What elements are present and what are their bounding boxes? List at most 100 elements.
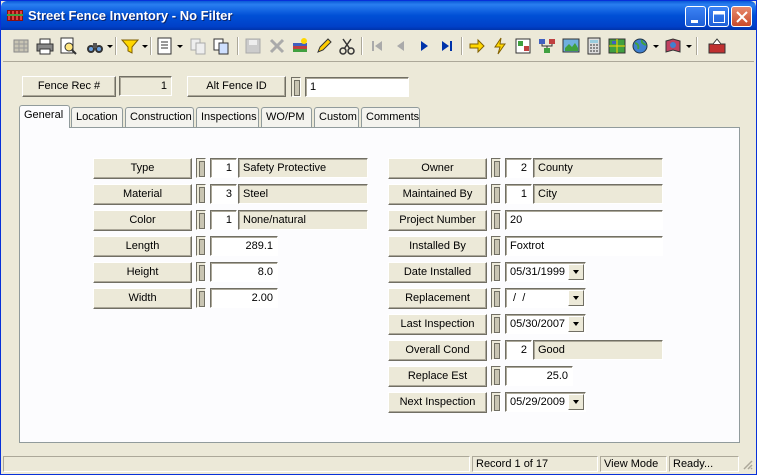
alt-fence-id-button[interactable]: Alt Fence ID [187,76,286,97]
overall-cond-button[interactable]: Overall Cond [388,340,487,361]
maintained-by-code-input[interactable]: 1 [505,184,532,204]
type-button[interactable]: Type [93,158,192,179]
chevron-down-icon[interactable] [176,36,184,56]
status-state: Ready... [669,456,739,472]
record-indicator [491,314,501,334]
replacement-date-picker[interactable]: / / [505,288,586,308]
report-button[interactable] [155,36,175,56]
first-record-button[interactable] [367,36,387,56]
title-bar[interactable]: Street Fence Inventory - No Filter [1,1,756,30]
installed-by-input[interactable]: Foxtrot [505,236,663,256]
exit-button[interactable] [707,36,727,56]
delete-button[interactable] [267,36,287,56]
help-button[interactable] [663,36,683,56]
previous-record-button[interactable] [391,36,411,56]
height-button[interactable]: Height [93,262,192,283]
print-preview-button[interactable] [58,36,78,56]
save-disabled-icon [245,38,261,54]
length-button[interactable]: Length [93,236,192,257]
overall-cond-code-input[interactable]: 2 [505,340,532,360]
print-button[interactable] [35,36,55,56]
save-button[interactable] [243,36,263,56]
tab-comments[interactable]: Comments [361,107,420,127]
copy-record-button[interactable] [188,36,208,56]
owner-code-input[interactable]: 2 [505,158,532,178]
next-inspection-button[interactable]: Next Inspection [388,392,487,413]
tab-general[interactable]: General [19,105,70,128]
material-code-input[interactable]: 3 [210,184,237,204]
tab-inspections[interactable]: Inspections [196,107,259,127]
material-button[interactable]: Material [93,184,192,205]
chevron-down-icon[interactable] [568,290,584,306]
record-indicator [491,340,501,360]
type-code-input[interactable]: 1 [210,158,237,178]
add-record-button[interactable] [290,36,310,56]
date-installed-button[interactable]: Date Installed [388,262,487,283]
record-indicator [291,77,301,97]
replace-est-button[interactable]: Replace Est [388,366,487,387]
calculator-button[interactable] [584,36,604,56]
replacement-button[interactable]: Replacement [388,288,487,309]
resize-grip-icon[interactable] [741,458,753,470]
status-record-count: Record 1 of 17 [472,456,598,472]
chevron-down-icon[interactable] [106,36,114,56]
hierarchy-icon [539,39,555,53]
last-record-button[interactable] [437,36,457,56]
width-input[interactable]: 2.00 [210,288,278,308]
close-button[interactable] [731,6,752,27]
fence-rec-button[interactable]: Fence Rec # [22,76,116,97]
workorder-button[interactable] [513,36,533,56]
alt-fence-id-input[interactable]: 1 [305,77,409,97]
grid-view-button[interactable] [11,36,31,56]
chevron-down-icon[interactable] [652,36,660,56]
maintained-by-button[interactable]: Maintained By [388,184,487,205]
record-indicator [491,236,501,256]
color-code-input[interactable]: 1 [210,210,237,230]
project-number-input[interactable]: 20 [505,210,663,230]
record-indicator [196,158,206,178]
fence-app-icon [7,10,23,21]
chevron-down-icon[interactable] [141,36,149,56]
goto-button[interactable] [467,36,487,56]
width-button[interactable]: Width [93,288,192,309]
tab-custom[interactable]: Custom [314,107,359,127]
chevron-down-icon[interactable] [685,36,693,56]
owner-button[interactable]: Owner [388,158,487,179]
project-number-button[interactable]: Project Number [388,210,487,231]
chevron-down-icon[interactable] [568,264,584,280]
quick-action-button[interactable] [490,36,510,56]
color-button[interactable]: Color [93,210,192,231]
filter-button[interactable] [120,36,140,56]
app-window: Street Fence Inventory - No Filter Fence… [0,0,757,475]
duplicate-button[interactable] [211,36,231,56]
cut-button[interactable] [337,36,357,56]
tab-wo-pm[interactable]: WO/PM [261,107,312,127]
tab-location[interactable]: Location [71,107,123,127]
chevron-down-icon[interactable] [568,316,584,332]
add-record-icon [293,38,307,52]
chevron-down-icon[interactable] [568,394,584,410]
last-inspection-button[interactable]: Last Inspection [388,314,487,335]
gis-button[interactable] [607,36,627,56]
replace-est-input[interactable]: 25.0 [505,366,573,386]
map-button[interactable] [561,36,581,56]
date-installed-picker[interactable]: 05/31/1999 [505,262,586,282]
installed-by-button[interactable]: Installed By [388,236,487,257]
search-button[interactable] [85,36,105,56]
length-input[interactable]: 289.1 [210,236,278,256]
maximize-button[interactable] [708,6,729,27]
next-record-button[interactable] [414,36,434,56]
next-inspection-picker[interactable]: 05/29/2009 [505,392,586,412]
last-inspection-picker[interactable]: 05/30/2007 [505,314,586,334]
web-button[interactable] [630,36,650,56]
height-input[interactable]: 8.0 [210,262,278,282]
hierarchy-button[interactable] [537,36,557,56]
minimize-button[interactable] [685,6,706,27]
tab-construction[interactable]: Construction [125,107,194,127]
record-indicator [196,288,206,308]
record-indicator [491,288,501,308]
fence-rec-value: 1 [119,76,172,96]
type-description: Safety Protective [238,158,368,178]
edit-button[interactable] [314,36,334,56]
overall-cond-description: Good [533,340,663,360]
